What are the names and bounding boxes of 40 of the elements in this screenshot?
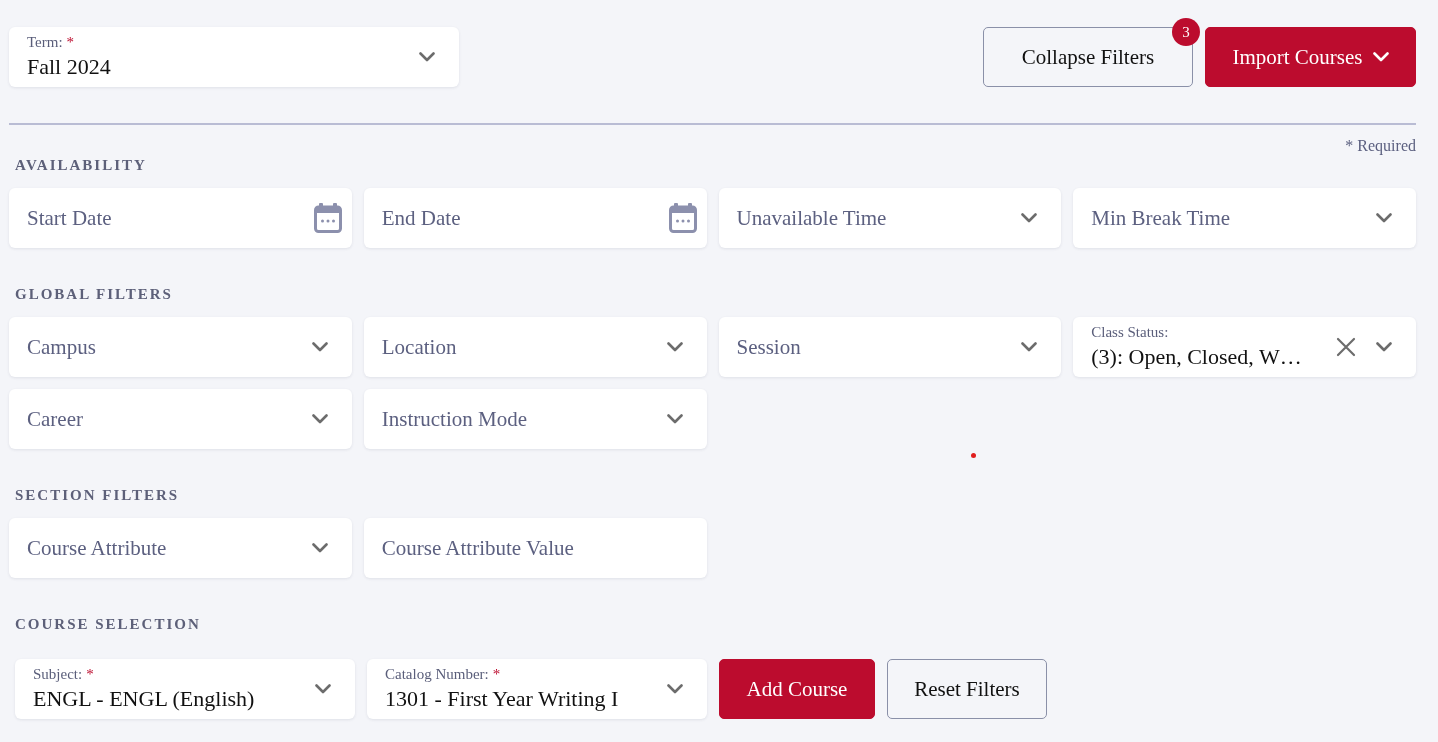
section-heading: COURSE SELECTION — [15, 615, 202, 633]
dropdown[interactable]: Instruction Mode — [363, 389, 707, 449]
chevron-down-icon — [311, 414, 328, 424]
count-badge: 3 — [1172, 18, 1200, 46]
dropdown[interactable]: Term: * Fall 2024 — [9, 27, 459, 87]
dropdown[interactable]: Course Attribute — [9, 518, 352, 578]
dropdown[interactable]: Subject: * ENGL - ENGL (English) — [15, 659, 355, 719]
dropdown[interactable]: Unavailable Time — [718, 188, 1062, 248]
chevron-down-icon — [315, 684, 331, 694]
dropdown[interactable]: Campus — [9, 317, 352, 377]
dropdown[interactable]: Catalog Number: * 1301 - First Year Writing I — [367, 659, 707, 719]
chevron-down-icon — [1376, 213, 1392, 223]
chevron-down-icon — [1376, 342, 1392, 352]
calendar-icon[interactable] — [668, 203, 697, 233]
required-note: * Required — [1345, 136, 1416, 156]
section-heading: GLOBAL FILTERS — [15, 285, 174, 303]
chevron-down-icon — [666, 414, 683, 424]
section-heading: SECTION FILTERS — [15, 486, 181, 504]
chevron-down-icon — [311, 342, 328, 352]
menu-button[interactable]: Import Courses — [1205, 27, 1416, 87]
chevron-down-icon — [1021, 213, 1038, 223]
dropdown[interactable]: Min Break Time — [1073, 188, 1416, 248]
dropdown[interactable]: Career — [9, 389, 352, 449]
chevron-down-icon — [419, 52, 435, 62]
dot-icon — [971, 453, 976, 458]
section-heading: AVAILABILITY — [15, 156, 148, 174]
button[interactable]: Add Course — [719, 659, 875, 719]
close-icon[interactable] — [1336, 337, 1356, 357]
calendar-icon[interactable] — [313, 203, 342, 233]
chevron-down-icon — [666, 342, 683, 352]
dropdown[interactable]: Location — [363, 317, 707, 377]
chevron-down-icon — [1021, 342, 1038, 352]
chevron-down-icon — [311, 543, 328, 553]
date-field[interactable]: End Date — [363, 188, 707, 248]
button[interactable]: Reset Filters — [887, 659, 1047, 719]
chevron-down-icon — [667, 684, 683, 694]
date-field[interactable]: Start Date — [9, 188, 352, 248]
multiselect-dropdown[interactable]: Class Status: (3): Open, Closed, W… — [1073, 317, 1416, 377]
dropdown[interactable]: Session — [718, 317, 1062, 377]
text-field[interactable]: Course Attribute Value — [363, 518, 707, 578]
